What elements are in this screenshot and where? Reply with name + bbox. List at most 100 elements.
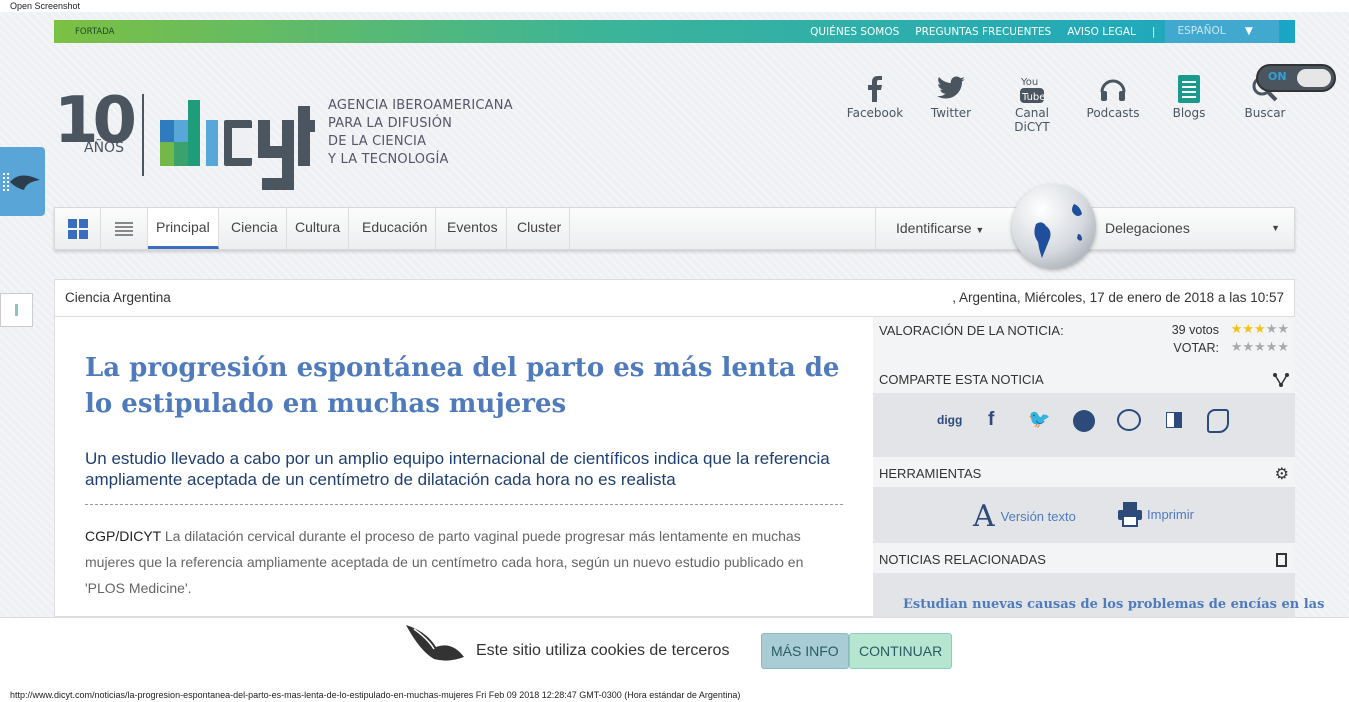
continue-button[interactable]: CONTINUAR — [849, 633, 953, 669]
caret-down-icon: ▼ — [1244, 25, 1253, 37]
about-link[interactable]: QUIÉNES SOMOS — [810, 26, 899, 38]
delegations-dropdown[interactable]: Delegaciones ▼ — [1105, 208, 1280, 249]
article-body: CGP/DICYT La dilatación cervical durante… — [85, 523, 845, 601]
text-version-button[interactable]: A Versión texto — [973, 499, 1076, 534]
evernote-share-icon[interactable] — [1207, 409, 1229, 433]
svg-text:You: You — [1020, 77, 1038, 88]
legal-link[interactable]: AVISO LEGAL — [1067, 26, 1136, 38]
bar-icon — [15, 304, 18, 316]
tab-ciencia[interactable]: Ciencia — [223, 208, 287, 249]
twitter-icon — [937, 76, 965, 99]
faq-link[interactable]: PREGUNTAS FRECUENTES — [915, 26, 1051, 38]
delegations-label: Delegaciones — [1105, 220, 1190, 236]
language-select[interactable]: ESPAÑOL ▼ — [1165, 20, 1279, 43]
cookie-bar: Este sitio utiliza cookies de terceros M… — [0, 617, 1349, 685]
tools: A Versión texto Imprimir — [873, 487, 1295, 543]
facebook-link[interactable]: Facebook — [840, 72, 910, 120]
tagline-line: Y LA TECNOLOGÍA — [328, 152, 449, 167]
tools-header: HERRAMIENTAS ⚙ — [873, 459, 1295, 487]
login-label: Identificarse — [896, 220, 972, 236]
reddit-share-icon[interactable] — [1117, 409, 1141, 431]
stumbleupon-share-icon[interactable] — [1073, 410, 1095, 432]
document-icon — [1276, 553, 1287, 567]
related-list: Estudian nuevas causas de los problemas … — [873, 573, 1324, 617]
login-dropdown[interactable]: Identificarse ▼ — [875, 208, 1015, 249]
blogs-link[interactable]: Blogs — [1154, 72, 1224, 120]
headphones-icon — [1100, 79, 1126, 101]
tab-educacion[interactable]: Educación — [354, 208, 437, 249]
print-label: Imprimir — [1147, 506, 1194, 522]
star-icon[interactable]: ★ — [1231, 339, 1243, 354]
podcasts-link[interactable]: Podcasts — [1078, 72, 1148, 120]
digg-icon[interactable]: digg — [937, 413, 962, 427]
star-icon: ★ — [1277, 321, 1289, 336]
gear-icon: ⚙ — [1274, 466, 1289, 483]
print-button[interactable]: Imprimir — [1117, 501, 1194, 527]
dicyt-logo[interactable] — [160, 100, 315, 200]
twitter-share-icon[interactable]: 🐦 — [1028, 409, 1050, 430]
list-icon — [115, 221, 133, 236]
twitter-link[interactable]: Twitter — [916, 72, 986, 120]
share-icon[interactable] — [1273, 373, 1289, 387]
vote-stars[interactable]: ★★★★★ — [1231, 339, 1289, 355]
tagline-line: DE LA CIENCIA — [328, 134, 427, 149]
search-label: Buscar — [1244, 106, 1286, 120]
more-info-button[interactable]: MÁS INFO — [761, 633, 849, 669]
cookie-text: Este sitio utiliza cookies de terceros — [476, 642, 730, 659]
share-label: COMPARTE ESTA NOTICIA — [879, 372, 1044, 387]
share-header: COMPARTE ESTA NOTICIA — [873, 365, 1295, 393]
page-background: FORTADA QUIÉNES SOMOS PREGUNTAS FRECUENT… — [0, 12, 1349, 617]
related-label: NOTICIAS RELACIONADAS — [879, 552, 1046, 567]
star-icon: ★ — [1254, 321, 1266, 336]
vote-label: VOTAR: — [1173, 341, 1219, 355]
rating-stars: ★★★★★ — [1231, 321, 1289, 337]
article-source: CGP/DICYT — [85, 528, 161, 544]
screenshot-label: Open Screenshot — [0, 0, 1349, 12]
star-icon[interactable]: ★ — [1242, 339, 1254, 354]
logo-divider — [142, 94, 144, 176]
list-view-button[interactable] — [101, 208, 148, 249]
tab-cluster[interactable]: Cluster — [509, 208, 571, 249]
separator: | — [1151, 25, 1156, 38]
tab-cultura[interactable]: Cultura — [287, 208, 350, 249]
agency-tagline: AGENCIA IBEROAMERICANA PARA LA DIFUSIÓN … — [328, 97, 513, 169]
printer-icon — [1118, 502, 1142, 527]
accessibility-toggle[interactable]: ON — [1256, 64, 1336, 92]
tab-principal[interactable]: Principal — [148, 208, 219, 249]
star-icon: ★ — [1265, 321, 1278, 336]
language-label: ESPAÑOL — [1177, 25, 1226, 37]
blog-icon — [1178, 75, 1200, 103]
facebook-label: Facebook — [846, 106, 904, 120]
tab-eventos[interactable]: Eventos — [439, 208, 507, 249]
svg-text:Tube: Tube — [1021, 92, 1045, 103]
article-subtitle: Un estudio llevado a cabo por un amplio … — [85, 449, 830, 489]
text-a-icon: A — [973, 499, 995, 534]
side-panel-tab[interactable] — [0, 147, 45, 216]
section-label[interactable]: Ciencia Argentina — [65, 290, 171, 305]
globe-icon[interactable] — [1012, 184, 1096, 268]
twitter-label: Twitter — [930, 106, 972, 120]
star-icon[interactable]: ★ — [1266, 339, 1278, 354]
caret-down-icon: ▼ — [1271, 223, 1280, 233]
article: La progresión espontánea del parto es má… — [85, 350, 845, 601]
divider — [85, 504, 843, 505]
related-item[interactable]: Estudian nuevas causas de los problemas … — [903, 597, 1324, 612]
anniversary-logo[interactable]: 10 AÑOS — [54, 84, 137, 172]
delicious-share-icon[interactable] — [1166, 412, 1182, 428]
side-widget[interactable] — [0, 293, 33, 327]
facebook-share-icon[interactable]: f — [988, 409, 994, 431]
star-icon[interactable]: ★ — [1254, 339, 1266, 354]
page-url: http://www.dicyt.com/noticias/la-progres… — [10, 690, 741, 700]
anniversary-label: AÑOS — [84, 140, 124, 156]
bird-logo-icon — [3, 173, 40, 191]
globe-map-icon — [1034, 204, 1082, 258]
podcasts-label: Podcasts — [1086, 106, 1140, 120]
bird-logo-icon — [406, 625, 464, 661]
home-link[interactable]: FORTADA — [75, 27, 114, 37]
youtube-link[interactable]: You Tube Canal DiCYT — [997, 72, 1067, 134]
article-title: La progresión espontánea del parto es má… — [85, 353, 840, 419]
star-icon[interactable]: ★ — [1277, 339, 1289, 354]
main-nav: Principal Ciencia Cultura Educación Even… — [54, 207, 1295, 250]
star-icon: ★ — [1230, 321, 1243, 336]
grid-view-button[interactable] — [55, 208, 101, 249]
